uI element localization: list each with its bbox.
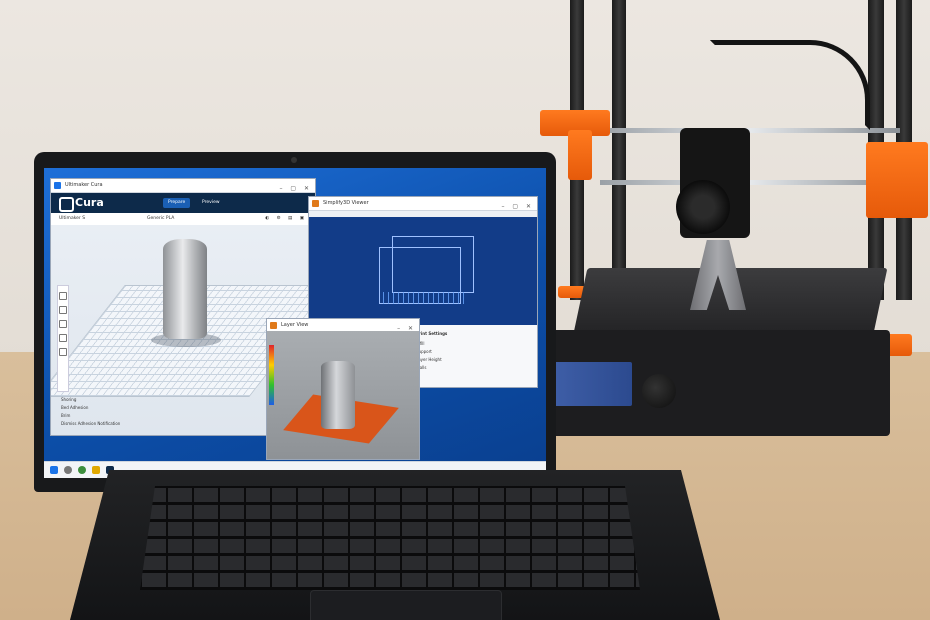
printer-left-rail-2	[612, 0, 626, 300]
note-brim: Brim	[61, 413, 71, 418]
viewer-window-title: Simplify3D Viewer	[323, 200, 369, 206]
printer-fan	[676, 180, 730, 234]
printer-left-carriage	[568, 130, 592, 180]
support-tool-icon[interactable]	[59, 348, 67, 356]
laptop-screen: Ultimaker Cura – ▢ ✕ Cura Prepare Previe…	[44, 168, 546, 478]
printer-knob	[642, 374, 676, 408]
cura-app-icon	[54, 182, 61, 189]
toolbar-icons[interactable]: ◐ ⚙ ▤ ▣	[265, 213, 307, 225]
rotate-tool-icon[interactable]	[59, 320, 67, 328]
printer-cable	[710, 40, 870, 130]
printer-x-rod-2	[600, 180, 900, 185]
viewer-window-controls[interactable]: – ▢ ✕	[501, 200, 534, 213]
keyboard[interactable]	[140, 486, 640, 590]
layer-preview-window: Layer View – ✕	[266, 318, 420, 460]
printer-select[interactable]: Ultimaker S	[59, 213, 85, 225]
cura-titlebar[interactable]: Ultimaker Cura – ▢ ✕	[51, 179, 315, 193]
preview-viewport[interactable]	[267, 331, 419, 459]
tool-sidebar	[57, 285, 69, 392]
printer-right-carriage	[866, 142, 928, 218]
tab-prepare[interactable]: Prepare	[163, 198, 191, 208]
start-icon[interactable]	[50, 466, 58, 474]
note-adhesion: Bed Adhesion	[61, 405, 89, 410]
cura-header: Cura Prepare Preview	[51, 193, 315, 213]
preview-app-icon	[270, 322, 277, 329]
material-select[interactable]: Generic PLA	[147, 213, 174, 225]
3d-printer	[540, 0, 930, 440]
browser-icon[interactable]	[78, 466, 86, 474]
sliced-vase-model[interactable]	[321, 361, 355, 429]
settings-panel: Print Settings Infill Support Layer Heig…	[409, 325, 537, 387]
scale-tool-icon[interactable]	[59, 306, 67, 314]
move-tool-icon[interactable]	[59, 292, 67, 300]
cura-window-title: Ultimaker Cura	[65, 182, 103, 188]
settings-panel-title: Print Settings	[416, 331, 448, 336]
layer-color-scale	[269, 345, 274, 405]
cura-logo-text: Cura	[75, 196, 104, 209]
photo-scene: Ultimaker Cura – ▢ ✕ Cura Prepare Previe…	[0, 0, 930, 620]
build-volume-grid	[383, 292, 465, 304]
preview-window-title: Layer View	[281, 322, 309, 328]
webcam	[291, 157, 297, 163]
touchpad[interactable]	[310, 590, 502, 620]
note-shoring: Shoring	[61, 397, 77, 402]
search-icon[interactable]	[64, 466, 72, 474]
printer-lcd	[550, 362, 632, 406]
tab-preview[interactable]: Preview	[197, 198, 225, 208]
cura-logo-icon	[59, 197, 74, 212]
vase-model[interactable]	[163, 239, 207, 339]
viewer-titlebar[interactable]: Simplify3D Viewer – ▢ ✕	[309, 197, 537, 211]
note-dismiss[interactable]: Dismiss Adhesion Notification	[61, 421, 120, 426]
viewer-app-icon	[312, 200, 319, 207]
mirror-tool-icon[interactable]	[59, 334, 67, 342]
folder-icon[interactable]	[92, 466, 100, 474]
laptop-lid: Ultimaker Cura – ▢ ✕ Cura Prepare Previe…	[34, 152, 556, 492]
